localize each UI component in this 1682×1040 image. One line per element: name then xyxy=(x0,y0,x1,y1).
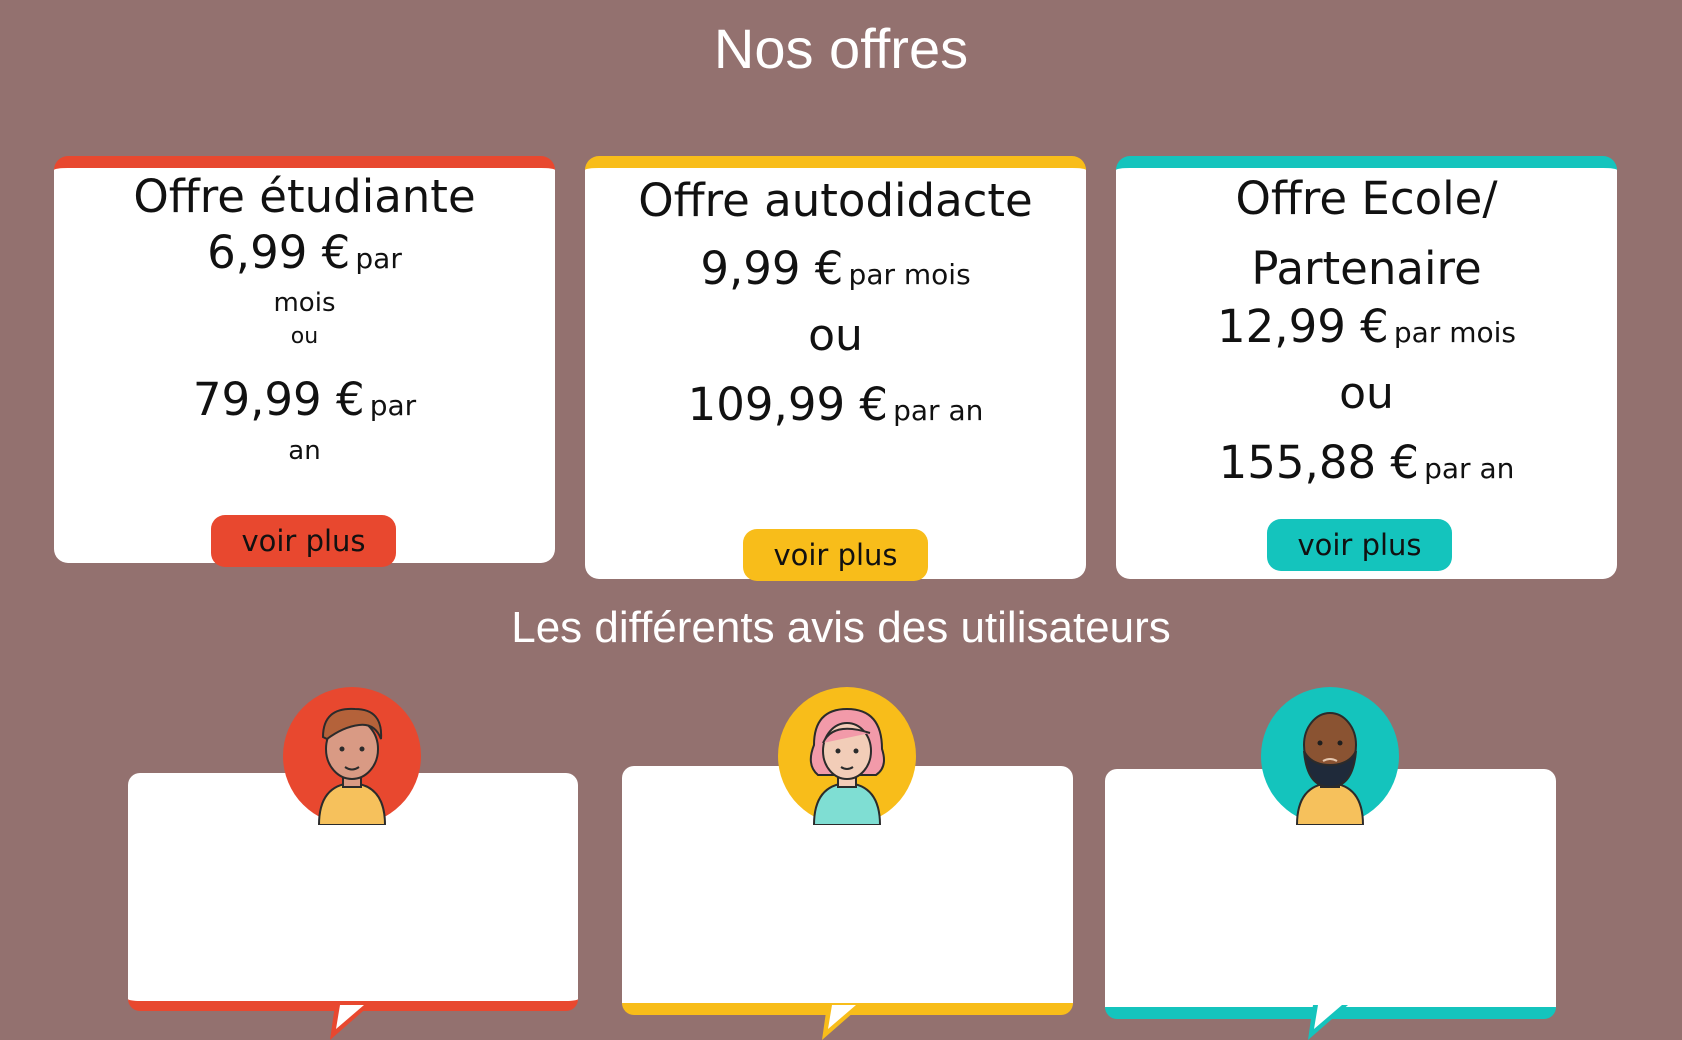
offer-name: Offre étudiante xyxy=(133,170,476,223)
offer-card-student: Offre étudiante 6,99 € par mois ou 79,99… xyxy=(54,156,555,567)
yearly-price: 79,99 € xyxy=(192,373,365,426)
bubble-tail xyxy=(1308,1005,1348,1040)
bubble-tail xyxy=(822,1005,862,1040)
yearly-price-row: 79,99 € par xyxy=(54,373,555,426)
yearly-price-row: 155,88 € par an xyxy=(1116,436,1617,489)
monthly-price-row: 6,99 € par xyxy=(54,226,555,279)
offers-title: Nos offres xyxy=(713,17,969,80)
offer-card-ecole-partenaire: Offre Ecole/ Partenaire 12,99 € par mois… xyxy=(1116,156,1617,579)
yearly-unit-cont: an xyxy=(288,436,321,466)
monthly-price: 9,99 € xyxy=(700,242,844,295)
monthly-price-row: 12,99 € par mois xyxy=(1116,300,1617,353)
offer-name-line1: Offre Ecole/ xyxy=(1235,172,1498,225)
offer-name-line2: Partenaire xyxy=(1251,242,1482,295)
bearded-man-avatar-icon xyxy=(1261,687,1399,826)
yearly-price-row: 109,99 € par an xyxy=(585,378,1086,431)
yearly-price: 155,88 € xyxy=(1218,436,1420,489)
yearly-unit: par an xyxy=(1424,452,1515,485)
monthly-unit-cont: mois xyxy=(273,288,336,318)
or-label: ou xyxy=(1339,368,1394,419)
monthly-price: 6,99 € xyxy=(207,226,351,279)
yearly-price: 109,99 € xyxy=(687,378,889,431)
young-man-avatar-icon xyxy=(283,687,421,826)
monthly-unit: par mois xyxy=(1393,316,1516,349)
voir-plus-button[interactable]: voir plus xyxy=(743,529,928,581)
voir-plus-button[interactable]: voir plus xyxy=(1267,519,1452,571)
offer-card-autodidacte: Offre autodidacte 9,99 € par mois ou 109… xyxy=(585,156,1086,581)
monthly-price-row: 9,99 € par mois xyxy=(585,242,1086,295)
reviews-title: Les différents avis des utilisateurs xyxy=(511,603,1171,652)
woman-avatar-icon xyxy=(778,687,916,826)
monthly-unit: par xyxy=(355,242,402,275)
monthly-unit: par mois xyxy=(848,258,971,291)
yearly-unit: par xyxy=(369,389,417,422)
bubble-tail xyxy=(330,1005,370,1040)
or-label: ou xyxy=(290,324,319,349)
yearly-unit: par an xyxy=(893,394,984,427)
voir-plus-button[interactable]: voir plus xyxy=(211,515,396,567)
offer-name: Offre autodidacte xyxy=(638,174,1033,227)
monthly-price: 12,99 € xyxy=(1217,300,1389,353)
or-label: ou xyxy=(808,310,863,361)
